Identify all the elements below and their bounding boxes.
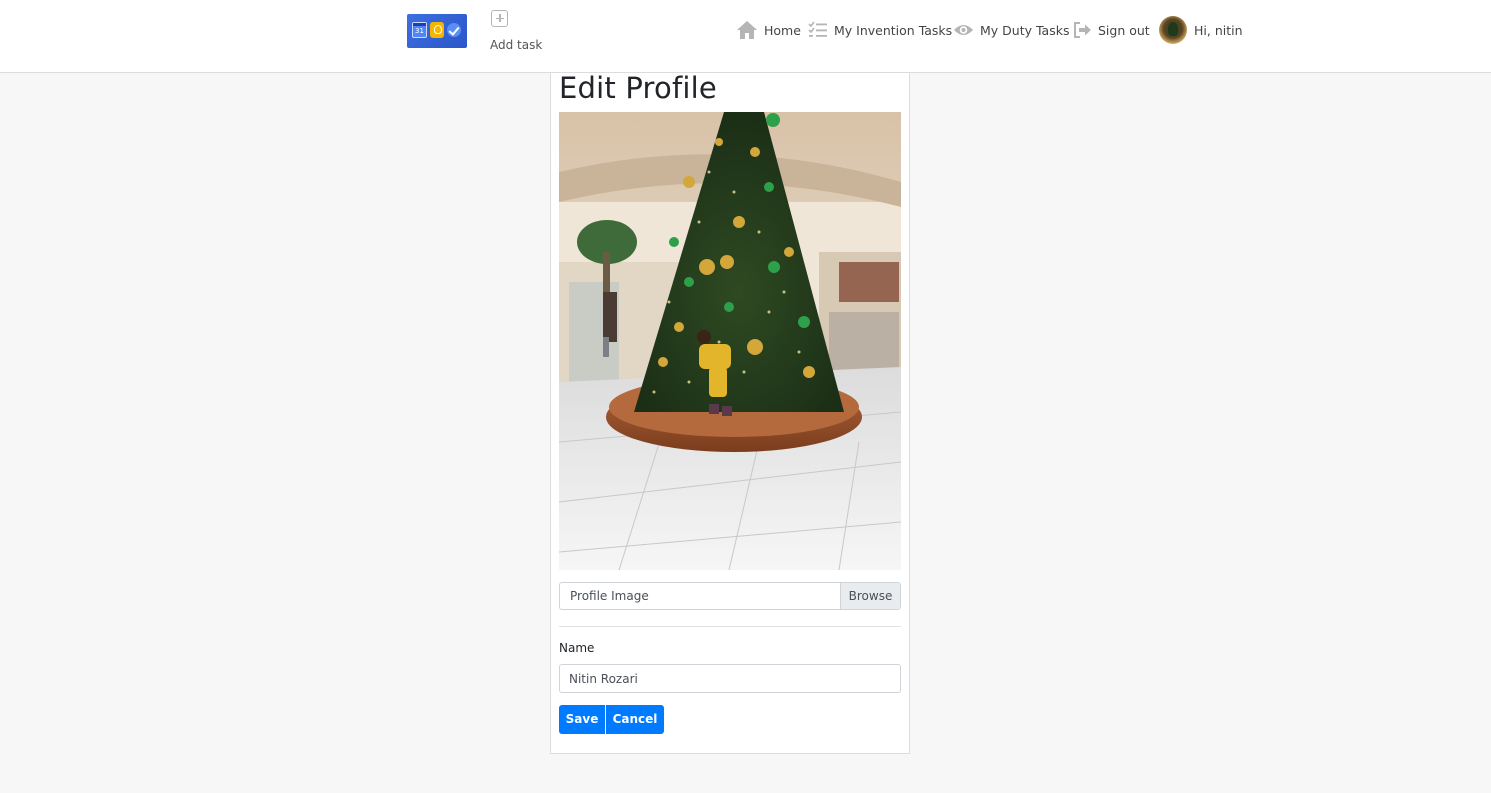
plus-square-icon — [491, 10, 508, 27]
calendar-icon: 31 — [412, 22, 427, 38]
check-icon — [447, 23, 461, 37]
save-button[interactable]: Save — [559, 705, 605, 734]
name-input[interactable] — [559, 664, 901, 693]
nav-invention-tasks[interactable]: My Invention Tasks — [808, 18, 952, 42]
nav-sign-out-label: Sign out — [1098, 22, 1150, 38]
app-logo[interactable]: 31 — [407, 14, 467, 48]
checklist-icon — [808, 21, 828, 39]
top-navbar: 31 Add task Home My Invention Tasks My D… — [0, 0, 1491, 73]
edit-profile-card: Edit Profile Profile Image Browse Name N… — [550, 71, 910, 754]
divider — [559, 626, 901, 627]
nav-home-label: Home — [764, 22, 801, 38]
profile-image-preview — [559, 112, 901, 570]
nav-sign-out[interactable]: Sign out — [1073, 18, 1150, 42]
add-task-button[interactable]: Add task — [485, 8, 545, 56]
avatar — [1159, 16, 1187, 44]
page-title: Edit Profile — [559, 71, 717, 105]
lightbulb-icon — [430, 22, 444, 38]
file-input-placeholder: Profile Image — [570, 589, 649, 603]
home-icon — [736, 20, 758, 40]
nav-home[interactable]: Home — [736, 18, 801, 42]
nav-duty-tasks-label: My Duty Tasks — [980, 22, 1070, 38]
logo-day: 31 — [415, 27, 424, 35]
sign-out-icon — [1073, 21, 1092, 39]
eye-icon — [953, 22, 974, 38]
nav-duty-tasks[interactable]: My Duty Tasks — [953, 18, 1069, 42]
browse-button[interactable]: Browse — [840, 583, 900, 609]
name-label: Name — [559, 641, 595, 655]
user-greeting: Hi, nitin — [1194, 22, 1243, 38]
cancel-button[interactable]: Cancel — [606, 705, 664, 734]
nav-invention-tasks-label: My Invention Tasks — [834, 22, 953, 38]
user-menu[interactable]: Hi, nitin — [1159, 16, 1243, 44]
profile-image-file-input[interactable]: Profile Image Browse — [559, 582, 901, 610]
add-task-label: Add task — [490, 38, 543, 52]
